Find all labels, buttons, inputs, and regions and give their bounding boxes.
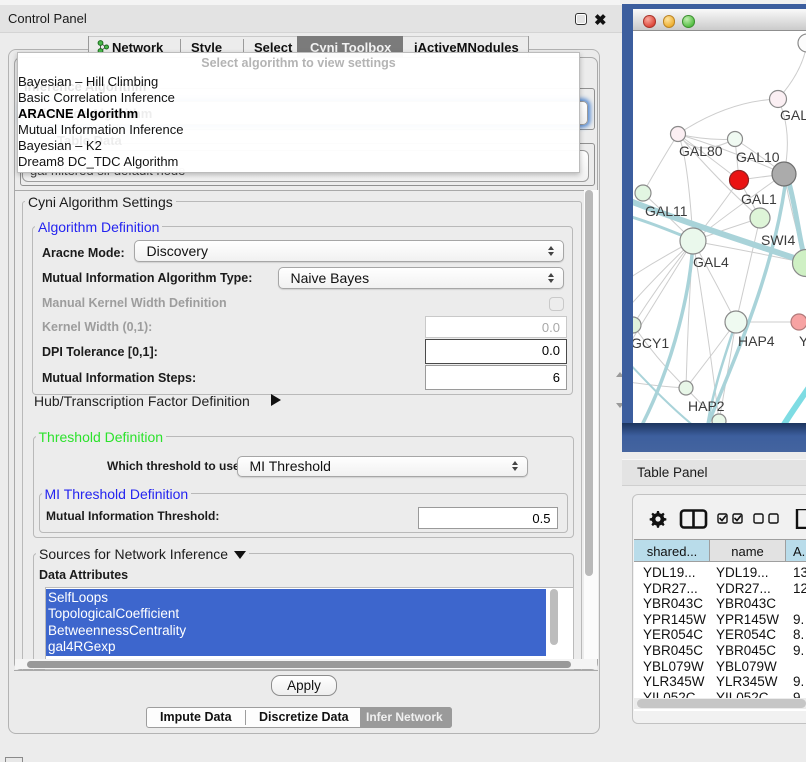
svg-text:HAP4: HAP4 (738, 333, 775, 349)
svg-text:GCY1: GCY1 (633, 335, 669, 351)
svg-text:SWI4: SWI4 (761, 232, 795, 248)
svg-text:YEL: YEL (799, 333, 806, 349)
svg-text:GAL10: GAL10 (736, 149, 780, 165)
svg-text:GAL7: GAL7 (780, 107, 806, 123)
svg-text:HAP2: HAP2 (688, 398, 725, 414)
svg-text:GAL4: GAL4 (693, 254, 729, 270)
svg-text:GAL11: GAL11 (645, 203, 688, 219)
svg-text:GAL80: GAL80 (679, 143, 723, 159)
svg-text:GAL1: GAL1 (741, 191, 777, 207)
